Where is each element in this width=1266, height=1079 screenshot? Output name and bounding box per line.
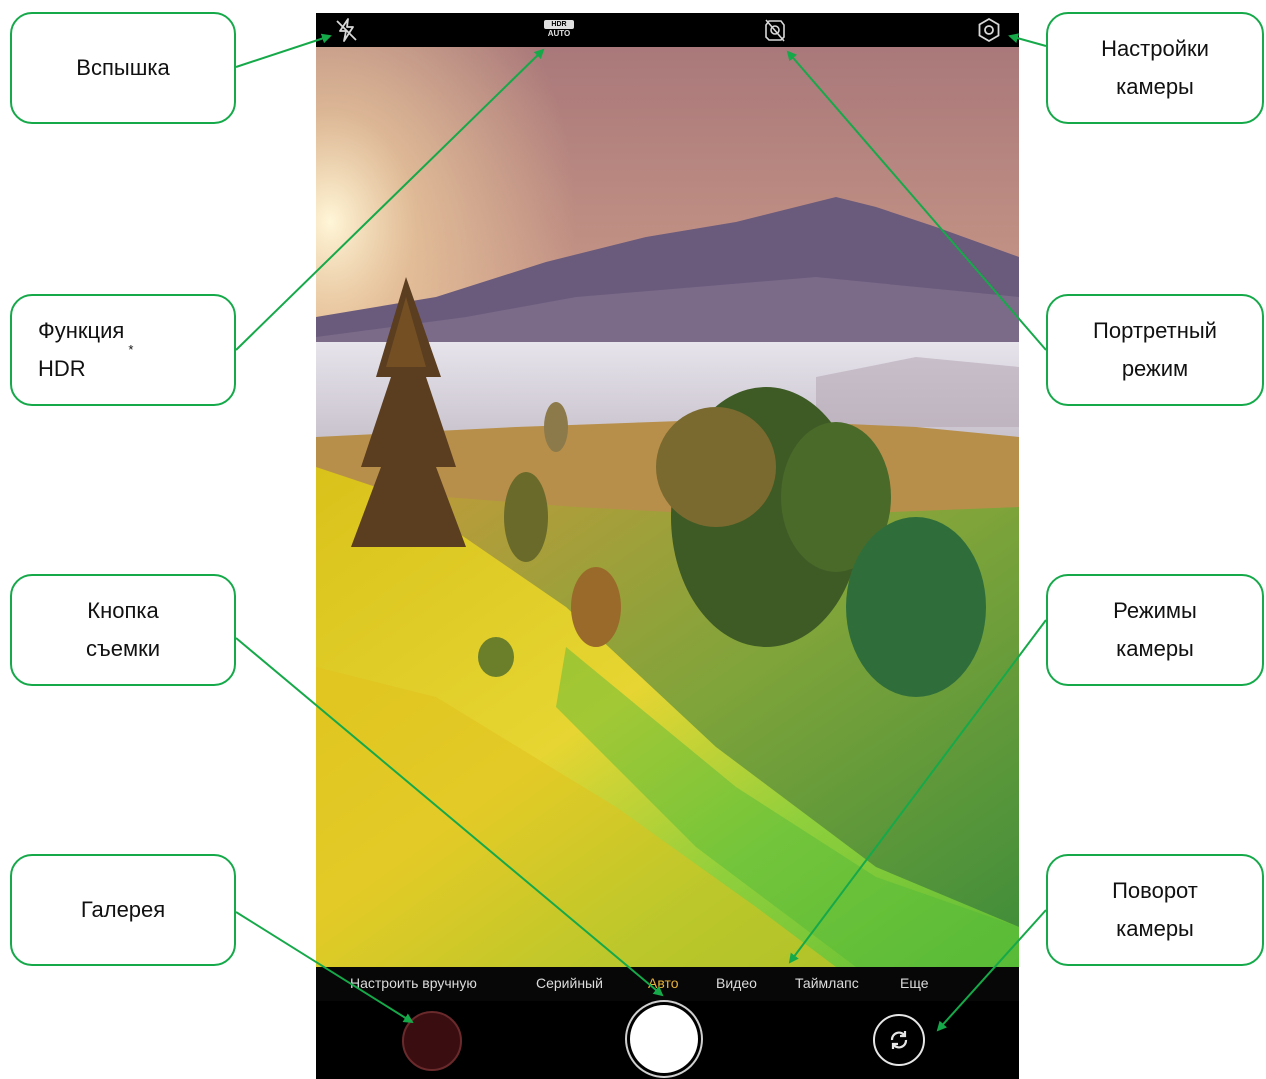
callout-flash: Вспышка — [10, 12, 236, 124]
callout-rotate-label: Поворот камеры — [1112, 878, 1198, 941]
callout-shutter-label: Кнопка съемки — [85, 598, 161, 661]
callout-hdr-label: Функция HDR — [38, 318, 125, 381]
camera-screen: HDR AUTO Настроить вручную Серийный Авто… — [316, 13, 1019, 1079]
hdr-auto-icon[interactable]: HDR AUTO — [544, 17, 574, 43]
callout-gallery-label: Галерея — [80, 897, 166, 922]
callout-gallery: Галерея — [10, 854, 236, 966]
mode-auto[interactable]: Авто — [648, 975, 679, 991]
camera-viewfinder[interactable] — [316, 47, 1019, 967]
hdr-auto-label: AUTO — [547, 29, 571, 38]
callout-flash-label: Вспышка — [76, 55, 170, 80]
callout-portrait: Портретный режим — [1046, 294, 1264, 406]
gallery-thumbnail-button[interactable] — [402, 1011, 462, 1071]
callout-hdr: Функция HDR * — [10, 294, 236, 406]
callout-modes-label: Режимы камеры — [1113, 598, 1197, 661]
mode-timelapse[interactable]: Таймлапс — [795, 975, 859, 991]
mode-video[interactable]: Видео — [716, 975, 757, 991]
mode-more[interactable]: Еще — [900, 975, 929, 991]
flash-off-icon[interactable] — [334, 17, 360, 43]
callout-settings-label: Настройки камеры — [1101, 36, 1209, 99]
camera-controls — [316, 1001, 1019, 1079]
callout-settings: Настройки камеры — [1046, 12, 1264, 124]
mode-burst[interactable]: Серийный — [536, 975, 603, 991]
callout-portrait-label: Портретный режим — [1093, 318, 1217, 381]
callout-rotate: Поворот камеры — [1046, 854, 1264, 966]
hdr-badge-label: HDR — [544, 20, 574, 29]
mode-manual[interactable]: Настроить вручную — [350, 975, 477, 991]
switch-camera-button[interactable] — [873, 1014, 925, 1066]
callout-modes: Режимы камеры — [1046, 574, 1264, 686]
callout-shutter: Кнопка съемки — [10, 574, 236, 686]
camera-mode-bar: Настроить вручную Серийный Авто Видео Та… — [316, 967, 1019, 1001]
camera-top-bar: HDR AUTO — [316, 13, 1019, 47]
landscape-preview-image — [316, 47, 1019, 967]
portrait-off-icon[interactable] — [762, 17, 788, 43]
shutter-button[interactable] — [630, 1005, 698, 1073]
gear-icon[interactable] — [976, 17, 1002, 43]
rotate-camera-icon — [890, 1031, 908, 1049]
